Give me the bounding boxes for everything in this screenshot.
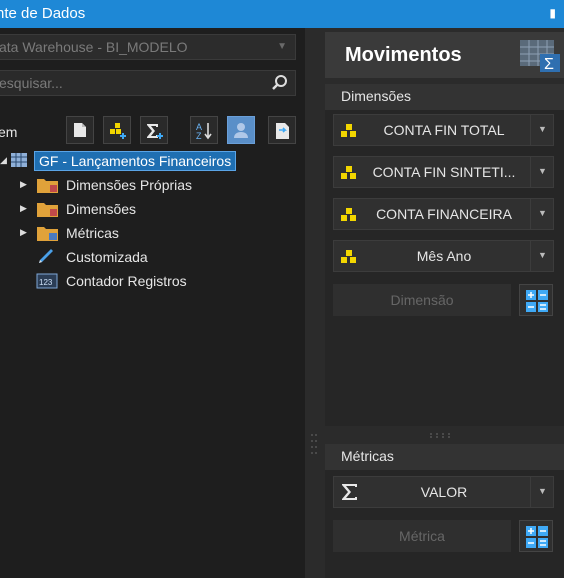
search-input[interactable]: esquisar... [0, 70, 296, 96]
svg-text:Z: Z [196, 131, 202, 141]
expand-icon[interactable]: ▶ [20, 203, 27, 214]
expand-icon[interactable]: ▶ [20, 179, 27, 190]
movimentos-pane: Movimentos Σ Dimensões CONTA FIN TOTAL ▼… [325, 28, 564, 578]
tree-item-label: Métricas [66, 225, 119, 241]
dimension-field[interactable]: CONTA FINANCEIRA [333, 198, 531, 230]
tree-root[interactable]: ◢ GF - Lançamentos Financeiros [0, 150, 300, 172]
pencil-icon [39, 249, 53, 263]
dimension-label: CONTA FIN TOTAL [383, 122, 505, 138]
tree-item-label: Customizada [66, 249, 148, 265]
chevron-down-icon: ▼ [538, 208, 547, 218]
new-item-icon [74, 123, 86, 137]
tree-root-label: GF - Lançamentos Financeiros [34, 151, 237, 171]
tree-item-contador-registros[interactable]: 123 Contador Registros [0, 270, 300, 292]
panel-resize-grip-icon[interactable] [429, 432, 455, 438]
add-metric-button[interactable] [140, 116, 168, 144]
export-button[interactable] [268, 116, 296, 144]
chevron-down-icon[interactable]: ▼ [277, 41, 287, 52]
user-icon [234, 123, 248, 138]
tree-item-metricas[interactable]: ▶ Métricas [0, 222, 300, 244]
tree-item-customizada[interactable]: Customizada [0, 246, 300, 268]
svg-text:Σ: Σ [544, 56, 554, 73]
search-icon[interactable] [271, 74, 289, 92]
export-icon [276, 123, 289, 139]
chevron-down-icon: ▼ [538, 166, 547, 176]
add-dimension-button[interactable] [103, 116, 131, 144]
metrics-panel: Métricas VALOR ▼ Métrica [325, 444, 564, 578]
dimension-field[interactable]: Mês Ano [333, 240, 531, 272]
sort-az-icon: AZ [196, 122, 212, 141]
tree-item-label: Dimensões [66, 201, 137, 217]
tree-item-dimensoes[interactable]: ▶ Dimensões [0, 198, 300, 220]
table-icon [11, 153, 27, 167]
add-metric-icon [147, 124, 163, 139]
user-button[interactable] [227, 116, 255, 144]
dimension-icon [341, 208, 356, 221]
chevron-down-icon: ▼ [538, 250, 547, 260]
calculator-icon [526, 290, 548, 312]
pin-icon[interactable]: ▮ [549, 6, 556, 20]
dimension-field[interactable]: CONTA FIN TOTAL [333, 114, 531, 146]
metric-label: VALOR [420, 484, 468, 500]
table-sum-icon: Σ [520, 40, 560, 73]
splitter-grip-icon[interactable] [310, 432, 318, 458]
dimension-dropdown[interactable]: ▼ [530, 114, 554, 146]
new-item-button[interactable] [66, 116, 94, 144]
sort-az-button[interactable]: AZ [190, 116, 218, 144]
add-dimension-icon [110, 123, 126, 139]
counter-123-icon: 123 [36, 273, 58, 289]
dimension-label: Mês Ano [416, 248, 472, 264]
tree-item-label: Contador Registros [66, 273, 187, 289]
metric-drop-zone[interactable]: Métrica [333, 520, 511, 552]
metric-field[interactable]: VALOR [333, 476, 531, 508]
search-placeholder: esquisar... [0, 75, 63, 91]
dimension-icon [341, 250, 356, 263]
dimensions-header: Dimensões [325, 84, 564, 110]
panel-title: nte de Dados [0, 5, 86, 22]
toolbar-label: em [0, 124, 18, 140]
add-calculated-dimension-button[interactable] [519, 284, 553, 316]
metrics-header-label: Métricas [341, 448, 394, 464]
data-source-value: ata Warehouse - BI_MODELO [0, 39, 188, 55]
expand-icon[interactable]: ▶ [20, 227, 27, 238]
chevron-down-icon: ▼ [538, 486, 547, 496]
folder-dimension-icon [37, 203, 58, 217]
calculator-icon [526, 526, 548, 548]
metric-placeholder: Métrica [399, 528, 445, 544]
dimension-dropdown[interactable]: ▼ [530, 240, 554, 272]
collapse-icon[interactable]: ◢ [0, 155, 7, 166]
dimension-field[interactable]: CONTA FIN SINTETI... [333, 156, 531, 188]
dimension-label: CONTA FINANCEIRA [376, 206, 512, 222]
sum-icon [342, 484, 357, 500]
dimension-label: CONTA FIN SINTETI... [372, 164, 516, 180]
dimension-dropdown[interactable]: ▼ [530, 198, 554, 230]
dimensions-panel: Dimensões CONTA FIN TOTAL ▼ CONTA FIN SI… [325, 84, 564, 426]
dimension-dropdown[interactable]: ▼ [530, 156, 554, 188]
tree-item-label: Dimensões Próprias [66, 177, 193, 193]
dimensions-header-label: Dimensões [341, 88, 412, 104]
dimension-icon [341, 166, 356, 179]
data-source-pane: ata Warehouse - BI_MODELO ▼ esquisar... … [0, 28, 305, 578]
movimentos-title: Movimentos [345, 44, 462, 66]
tree-item-dimensoes-proprias[interactable]: ▶ Dimensões Próprias [0, 174, 300, 196]
vertical-splitter[interactable] [305, 28, 325, 578]
movimentos-header: Movimentos Σ [325, 32, 564, 78]
folder-dimension-icon [37, 179, 58, 193]
metric-dropdown[interactable]: ▼ [530, 476, 554, 508]
add-calculated-metric-button[interactable] [519, 520, 553, 552]
data-source-select[interactable]: ata Warehouse - BI_MODELO ▼ [0, 34, 296, 60]
folder-metric-icon [37, 227, 58, 241]
svg-text:123: 123 [39, 278, 53, 287]
dimension-drop-zone[interactable]: Dimensão [333, 284, 511, 316]
dimension-icon [341, 124, 356, 137]
chevron-down-icon: ▼ [538, 124, 547, 134]
dimension-placeholder: Dimensão [390, 292, 454, 308]
panel-titlebar: nte de Dados ▮ [0, 0, 564, 28]
metrics-header: Métricas [325, 444, 564, 470]
